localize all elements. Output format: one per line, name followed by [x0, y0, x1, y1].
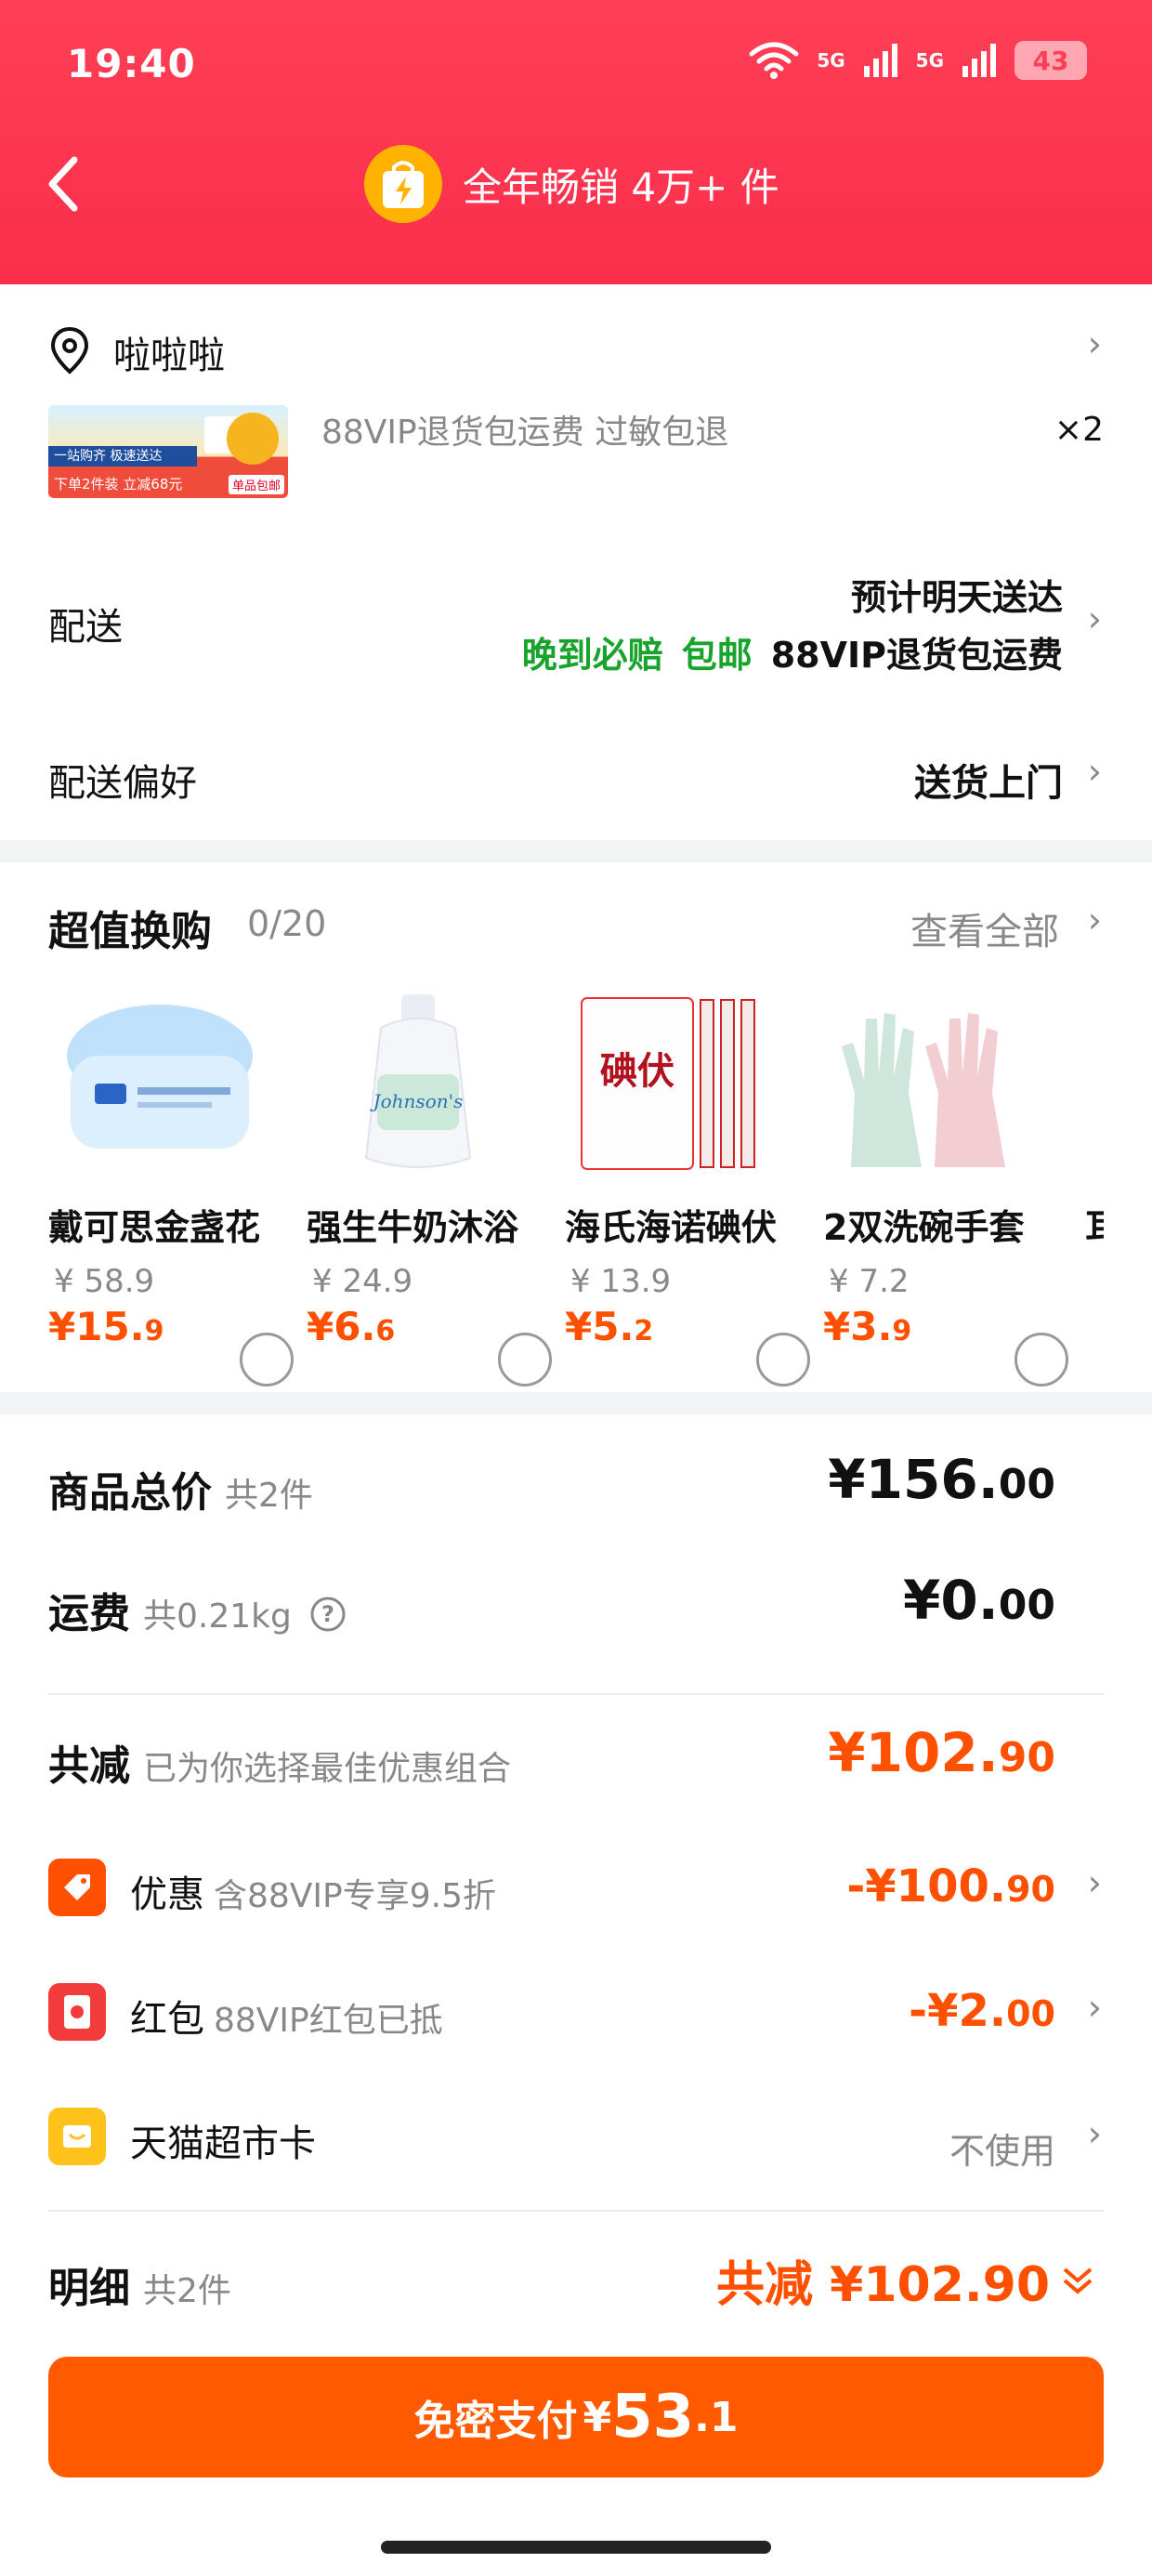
shipping-amount: ¥0.00: [903, 1569, 1055, 1632]
svg-text:Johnson's: Johnson's: [370, 1090, 464, 1112]
status-bar: 19:40 5G 5G 43: [0, 0, 1152, 139]
header-title-group: 全年畅销 4万+ 件: [364, 145, 779, 223]
see-all-chevron-icon[interactable]: ›: [1088, 900, 1102, 940]
supermarket-card-row[interactable]: 天猫超市卡: [130, 2113, 316, 2167]
divider: [48, 2210, 1104, 2212]
thumbnail-tag-text: 单品包邮: [228, 475, 284, 494]
home-indicator[interactable]: [381, 2541, 771, 2554]
upsell-item-old-price: ¥ 58.9: [54, 1263, 155, 1300]
coupon-amount[interactable]: -¥100.90: [846, 1860, 1055, 1912]
upsell-item-name: 海氏海诺碘伏: [565, 1207, 778, 1248]
status-time: 19:40: [67, 41, 196, 86]
preference-chevron-icon[interactable]: ›: [1088, 751, 1102, 792]
pay-button-label: 免密支付: [413, 2398, 578, 2445]
upsell-item-old-price: ¥ 7.2: [829, 1263, 910, 1300]
upsell-item[interactable]: Johnson's 强生牛奶沐浴 ¥ 24.9 ¥6.6: [307, 991, 557, 1387]
gloves-image: [832, 991, 1037, 1176]
status-icons: 5G 5G 43: [748, 41, 1087, 80]
red-packet-amount[interactable]: -¥2.00: [909, 1985, 1055, 2037]
upsell-item-old-price: ¥ 13.9: [570, 1263, 672, 1300]
header: 19:40 5G 5G 43 全年畅销 4万+ 件: [0, 0, 1152, 284]
total-amount: ¥156.00: [828, 1448, 1055, 1511]
header-title: 全年畅销 4万+ 件: [463, 164, 779, 210]
shopping-bag-icon: [364, 145, 442, 223]
detail-label: 明细 共2件: [48, 2265, 231, 2312]
signal-label-1: 5G: [817, 49, 845, 72]
product-services: 88VIP退货包运费 过敏包退: [321, 414, 729, 452]
coupon-row[interactable]: 优惠 含88VIP专享9.5折: [130, 1864, 496, 1918]
tag-vip-return: 88VIP退货包运费: [770, 635, 1063, 676]
lotion-bottle-image: Johnson's: [316, 991, 520, 1176]
detail-toggle[interactable]: 共减 ¥102.90: [716, 2245, 1096, 2315]
iodine-swab-image: 碘伏: [574, 991, 779, 1176]
location-pin-icon: [50, 326, 89, 375]
address-chevron-icon[interactable]: ›: [1088, 323, 1102, 364]
upsell-select-radio[interactable]: [756, 1333, 810, 1387]
upsell-item-old-price: ¥ 24.9: [312, 1263, 413, 1300]
cream-jar-image: [58, 991, 262, 1176]
delivery-label: 配送: [48, 606, 123, 649]
double-chevron-down-icon[interactable]: [1059, 2262, 1096, 2299]
preference-label: 配送偏好: [48, 762, 197, 805]
upsell-item-name: 强生牛奶沐浴: [307, 1207, 519, 1248]
upsell-item-name: 2双洗碗手套: [823, 1207, 1025, 1248]
delivery-chevron-icon[interactable]: ›: [1088, 598, 1102, 639]
see-all-link[interactable]: 查看全部: [910, 901, 1059, 955]
product-quantity: ×2: [1054, 411, 1104, 449]
coupon-chevron-icon[interactable]: ›: [1088, 1862, 1102, 1903]
svg-text:?: ?: [321, 1601, 334, 1627]
back-icon[interactable]: [41, 151, 85, 217]
thumbnail-banner-text: 一站购齐 极速送达: [48, 446, 197, 467]
upsell-count: 0/20: [247, 903, 327, 944]
order-info-card: 啦啦啦 › 一站购齐 极速送达 下单2件装 立减68元 单品包邮 88VIP退货…: [0, 284, 1152, 840]
address-name[interactable]: 啦啦啦: [113, 325, 225, 379]
svg-text:碘伏: 碘伏: [600, 1050, 674, 1093]
saved-label: 共减 已为你选择最佳优惠组合: [48, 1742, 512, 1790]
pay-button[interactable]: 免密支付 ¥ 53 .1: [48, 2357, 1104, 2477]
upsell-select-radio[interactable]: [1015, 1333, 1068, 1387]
upsell-select-radio[interactable]: [498, 1333, 552, 1387]
signal-icon-1: [863, 44, 897, 77]
upsell-card: 超值换购 0/20 查看全部 › 戴可思金盏花 ¥ 58.9 ¥15.9 Joh…: [0, 862, 1152, 1392]
battery-icon: 43: [1015, 41, 1087, 80]
upsell-item-name: 戴可思金盏花: [48, 1207, 261, 1248]
shipping-label: 运费 共0.21kg ?: [48, 1580, 347, 1639]
red-packet-chevron-icon[interactable]: ›: [1088, 1987, 1102, 2028]
pay-decimal: .1: [694, 2393, 739, 2441]
signal-label-2: 5G: [915, 49, 944, 72]
upsell-select-radio[interactable]: [240, 1333, 294, 1387]
delivery-tags[interactable]: 晚到必赔 包邮 88VIP退货包运费: [522, 626, 1063, 677]
product-thumbnail[interactable]: 一站购齐 极速送达 下单2件装 立减68元 单品包邮: [48, 405, 288, 498]
upsell-item-partial[interactable]: 耳: [1085, 1199, 1104, 1385]
delivery-eta[interactable]: 预计明天送达: [851, 569, 1063, 620]
red-packet-icon: [48, 1983, 106, 2041]
coupon-tag-icon: [48, 1859, 106, 1916]
tag-free-shipping: 包邮: [681, 635, 753, 676]
pay-amount: 53: [611, 2383, 695, 2451]
total-label: 商品总价 共2件: [48, 1469, 313, 1517]
preference-value[interactable]: 送货上门: [914, 753, 1063, 807]
upsell-item[interactable]: 2双洗碗手套 ¥ 7.2 ¥3.9: [823, 991, 1074, 1387]
upsell-title: 超值换购: [48, 908, 212, 955]
detail-saved-amount: 共减 ¥102.90: [716, 2257, 1050, 2313]
red-packet-row[interactable]: 红包 88VIP红包已抵: [130, 1989, 443, 2043]
divider: [48, 1693, 1104, 1695]
upsell-item[interactable]: 戴可思金盏花 ¥ 58.9 ¥15.9: [48, 991, 299, 1387]
signal-icon-2: [962, 44, 996, 77]
tag-late-compensation: 晚到必赔: [521, 635, 663, 676]
upsell-item[interactable]: 碘伏 海氏海诺碘伏 ¥ 13.9 ¥5.2: [565, 991, 816, 1387]
supermarket-card-chevron-icon[interactable]: ›: [1088, 2113, 1102, 2154]
wifi-icon: [749, 42, 799, 79]
pay-currency: ¥: [583, 2393, 612, 2441]
saved-amount: ¥102.90: [828, 1721, 1055, 1784]
help-icon[interactable]: ?: [309, 1596, 347, 1633]
gift-card-icon: [48, 2108, 106, 2165]
supermarket-card-value[interactable]: 不使用: [949, 2123, 1055, 2174]
